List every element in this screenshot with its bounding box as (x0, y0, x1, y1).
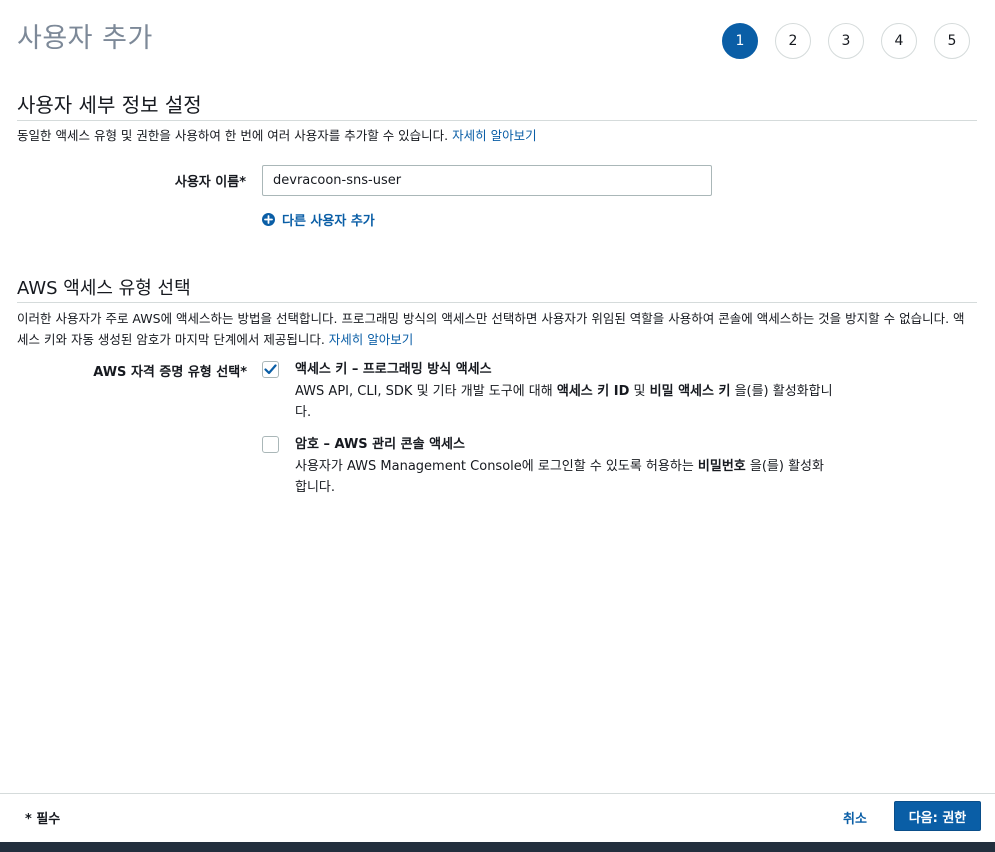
access-key-option-description: AWS API, CLI, SDK 및 기타 개발 도구에 대해 액세스 키 I… (295, 384, 833, 420)
user-details-description-text: 동일한 액세스 유형 및 권한을 사용하여 한 번에 여러 사용자를 추가할 수… (17, 128, 449, 143)
access-type-description: 이러한 사용자가 주로 AWS에 액세스하는 방법을 선택합니다. 프로그래밍 … (17, 308, 975, 350)
step-3[interactable]: 3 (828, 23, 864, 59)
credential-type-label: AWS 자격 증명 유형 선택* (93, 365, 247, 380)
password-option-description: 사용자가 AWS Management Console에 로그인할 수 있도록 … (295, 459, 824, 495)
username-label: 사용자 이름* (174, 175, 246, 190)
plus-circle-icon (262, 213, 275, 226)
add-another-user-label: 다른 사용자 추가 (282, 214, 375, 229)
wizard-steps: 1 2 3 4 5 (722, 23, 970, 59)
password-option: 암호 – AWS 관리 콘솔 액세스 사용자가 AWS Management C… (262, 435, 835, 498)
checkmark-icon (264, 364, 277, 375)
step-2[interactable]: 2 (775, 23, 811, 59)
footer-divider (0, 793, 995, 794)
user-details-heading: 사용자 세부 정보 설정 (17, 93, 202, 117)
access-key-checkbox[interactable] (262, 361, 279, 378)
access-key-option-title: 액세스 키 – 프로그래밍 방식 액세스 (295, 362, 492, 377)
step-5[interactable]: 5 (934, 23, 970, 59)
access-type-heading: AWS 액세스 유형 선택 (17, 278, 191, 299)
required-note: * 필수 (25, 812, 61, 827)
section-divider (17, 120, 977, 121)
access-type-description-text: 이러한 사용자가 주로 AWS에 액세스하는 방법을 선택합니다. 프로그래밍 … (17, 311, 965, 347)
console-bottom-bar (0, 842, 995, 852)
add-another-user-button[interactable]: 다른 사용자 추가 (262, 210, 375, 229)
learn-more-link[interactable]: 자세히 알아보기 (329, 332, 413, 347)
user-details-description: 동일한 액세스 유형 및 권한을 사용하여 한 번에 여러 사용자를 추가할 수… (17, 125, 537, 146)
password-option-title: 암호 – AWS 관리 콘솔 액세스 (295, 437, 465, 452)
section-divider (17, 302, 977, 303)
step-4[interactable]: 4 (881, 23, 917, 59)
step-1[interactable]: 1 (722, 23, 758, 59)
cancel-button[interactable]: 취소 (843, 808, 867, 827)
learn-more-link[interactable]: 자세히 알아보기 (452, 128, 536, 143)
next-permissions-button[interactable]: 다음: 권한 (894, 801, 981, 831)
password-checkbox[interactable] (262, 436, 279, 453)
page-title: 사용자 추가 (17, 23, 153, 54)
access-key-option: 액세스 키 – 프로그래밍 방식 액세스 AWS API, CLI, SDK 및… (262, 360, 835, 423)
add-user-page: 사용자 추가 1 2 3 4 5 사용자 세부 정보 설정 동일한 액세스 유형… (0, 0, 995, 852)
username-input[interactable] (262, 165, 712, 196)
